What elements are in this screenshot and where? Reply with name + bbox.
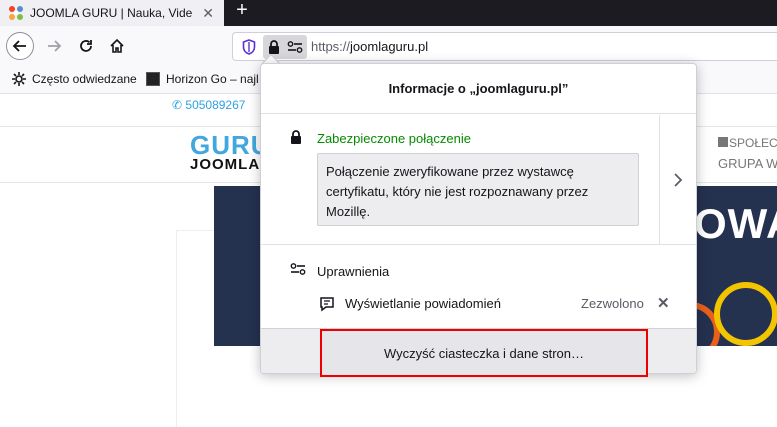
panel-title: Informacje o „joomlaguru.pl” — [261, 64, 696, 114]
new-tab-button[interactable]: + — [232, 0, 252, 22]
permission-label: Wyświetlanie powiadomień — [345, 296, 501, 311]
tab-strip: JOOMLA GURU | Nauka, Video ✕ + — [0, 0, 777, 26]
arrow-left-icon — [12, 40, 26, 52]
social-link-community[interactable]: SPOŁEC — [718, 136, 777, 150]
facebook-icon — [718, 137, 728, 147]
tracking-protection-button[interactable] — [239, 38, 259, 56]
phone-icon: ✆ — [172, 98, 186, 112]
tab-title: JOOMLA GURU | Nauka, Video — [30, 6, 192, 20]
reload-icon — [80, 40, 92, 52]
notification-icon — [320, 297, 334, 312]
browser-window: JOOMLA GURU | Nauka, Video ✕ + https://j… — [0, 0, 777, 427]
shield-icon — [242, 39, 256, 55]
back-button[interactable] — [6, 32, 34, 60]
close-icon[interactable]: ✕ — [202, 5, 214, 21]
permission-state: Zezwolono — [581, 296, 644, 311]
url-text[interactable]: https://joomlaguru.pl — [311, 39, 428, 54]
banner-text: OWA — [694, 200, 777, 247]
permissions-icon — [287, 41, 303, 53]
navigation-toolbar: https://joomlaguru.pl — [0, 26, 777, 66]
chevron-right-icon — [674, 173, 683, 187]
permissions-heading: Uprawnienia — [317, 264, 390, 279]
lock-icon — [291, 130, 301, 144]
forward-button[interactable] — [40, 32, 68, 60]
bookmark-most-visited[interactable]: Często odwiedzane — [12, 72, 137, 86]
permission-row-notifications: Wyświetlanie powiadomień Zezwolono ✕ — [261, 290, 696, 318]
bookmark-horizon-go[interactable]: Horizon Go – najl — [146, 72, 259, 86]
bookmark-label: Horizon Go – najl — [166, 72, 259, 86]
site-information-panel: Informacje o „joomlaguru.pl” Zabezpieczo… — [260, 63, 697, 374]
security-status: Zabezpieczone połączenie — [317, 131, 471, 146]
address-bar[interactable]: https://joomlaguru.pl — [232, 32, 777, 61]
permissions-section: Uprawnienia Wyświetlanie powiadomień Zez… — [261, 246, 696, 328]
tab-joomla-guru[interactable]: JOOMLA GURU | Nauka, Video ✕ — [0, 0, 224, 26]
security-details-button[interactable] — [659, 115, 696, 245]
lock-icon — [269, 40, 279, 54]
bookmark-label: Często odwiedzane — [32, 72, 137, 86]
close-icon[interactable]: ✕ — [657, 294, 670, 312]
url-host: joomlaguru.pl — [350, 39, 429, 54]
social-label: SPOŁEC — [729, 136, 777, 150]
site-logo-bottom[interactable]: JOOMLA — [190, 156, 260, 173]
home-icon — [110, 38, 124, 53]
arrow-right-icon — [48, 40, 62, 52]
gear-icon — [12, 72, 26, 86]
permissions-icon — [290, 263, 306, 275]
contact-phone[interactable]: ✆ 505089267 — [172, 98, 245, 112]
social-link-group[interactable]: GRUPA W — [718, 156, 777, 171]
reload-button[interactable] — [72, 32, 100, 60]
phone-number: 505089267 — [185, 98, 246, 112]
certificate-warning: Połączenie zweryfikowane przez wystawcę … — [317, 153, 639, 226]
site-favicon-icon — [146, 72, 160, 86]
joomla-favicon-icon — [9, 6, 23, 20]
url-scheme: https:// — [311, 39, 351, 54]
home-button[interactable] — [103, 32, 131, 60]
banner-circle-outline — [714, 282, 777, 346]
clear-cookies-button[interactable]: Wyczyść ciasteczka i dane stron… — [320, 329, 648, 377]
security-section: Zabezpieczone połączenie Połączenie zwer… — [261, 115, 696, 245]
